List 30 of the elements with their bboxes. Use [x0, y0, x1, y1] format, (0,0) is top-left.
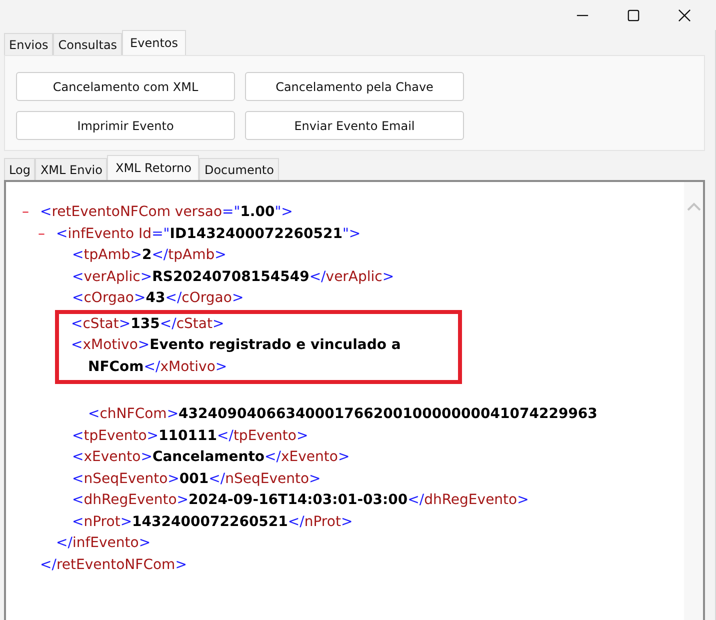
- collapse-toggle[interactable]: –: [22, 202, 40, 224]
- action-button[interactable]: Cancelamento pela Chave: [245, 72, 464, 101]
- xml-line: </retEventoNFCom>: [40, 556, 187, 574]
- action-button[interactable]: Cancelamento com XML: [16, 72, 235, 101]
- tab[interactable]: Consultas: [53, 33, 122, 55]
- xml-line: <retEventoNFCom versao="1.00">: [40, 203, 293, 222]
- collapse-toggle[interactable]: –: [38, 224, 56, 245]
- xml-line: <chNFCom>4324090406634000176620010000000041074229963: [88, 405, 598, 424]
- xml-line: <cStat>135</cStat>: [71, 314, 226, 334]
- xml-line: <nProt>1432400072260521</nProt>: [72, 512, 353, 532]
- xml-line: <tpAmb>2</tpAmb>: [72, 246, 226, 265]
- xml-line: <xMotivo>Evento registrado e vinculado a NFCom</xMotivo>: [71, 336, 402, 376]
- tab[interactable]: XML Envio: [35, 158, 108, 180]
- xml-line: <nSeqEvento>001</nSeqEvento>: [72, 470, 321, 488]
- tab[interactable]: XML Retorno: [107, 155, 200, 180]
- tab[interactable]: Documento: [199, 158, 279, 180]
- close-icon[interactable]: [678, 8, 691, 22]
- xml-line: </infEvento>: [56, 534, 151, 553]
- action-button[interactable]: Enviar Evento Email: [245, 111, 464, 140]
- maximize-icon[interactable]: [627, 8, 640, 22]
- tab[interactable]: Log: [4, 158, 36, 180]
- tab[interactable]: Envios: [4, 33, 54, 55]
- xml-line: <verAplic>RS20240708154549</verAplic>: [72, 268, 394, 286]
- xml-line: <dhRegEvento>2024-09-16T14:03:01-03:00</dhRegEvento>: [72, 491, 529, 510]
- xml-line: <cOrgao>43</cOrgao>: [72, 289, 244, 308]
- action-button[interactable]: Imprimir Evento: [16, 111, 235, 140]
- xml-line: <tpEvento>110111</tpEvento>: [72, 426, 308, 446]
- tab[interactable]: Eventos: [122, 30, 186, 55]
- xml-line: <infEvento Id="ID1432400072260521">: [56, 224, 361, 244]
- xml-line: <xEvento>Cancelamento</xEvento>: [72, 448, 350, 467]
